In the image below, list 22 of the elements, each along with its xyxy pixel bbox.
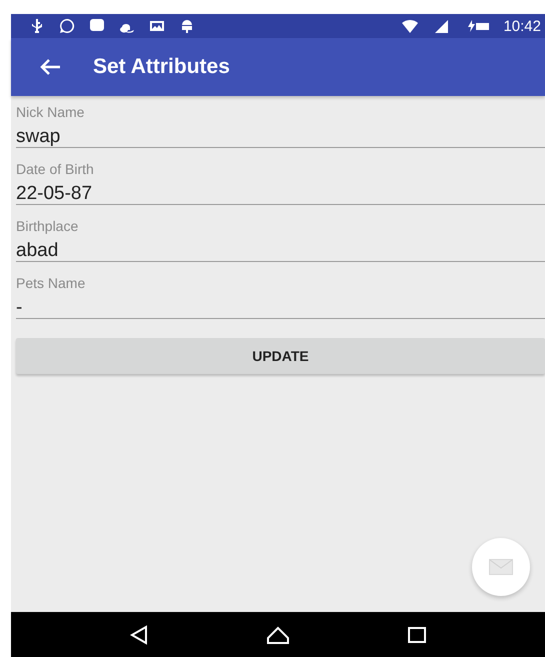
input-field[interactable]: abad <box>16 241 545 262</box>
field-label: Pets Name <box>16 275 86 291</box>
input-field[interactable]: swap <box>16 127 545 148</box>
input-field[interactable]: 22-05-87 <box>16 184 545 205</box>
back-arrow-icon[interactable] <box>39 58 61 76</box>
update-button[interactable]: UPDATE <box>16 338 545 374</box>
field-label: Date of Birth <box>16 161 94 177</box>
usb-icon <box>29 18 45 34</box>
image-icon <box>149 18 165 34</box>
field-label: Birthplace <box>16 218 78 234</box>
recents-icon[interactable] <box>406 626 427 644</box>
android-icon <box>179 18 195 34</box>
screen-title: Set Attributes <box>93 55 230 79</box>
status-time: 10:42 <box>503 18 541 34</box>
signal-icon <box>433 18 450 34</box>
envelope-icon <box>489 559 513 575</box>
home-icon[interactable] <box>266 626 290 644</box>
wifi-icon <box>401 18 420 34</box>
back-icon[interactable] <box>129 624 150 644</box>
chat-icon <box>59 18 75 34</box>
field-label: Nick Name <box>16 104 84 120</box>
input-field[interactable]: - <box>16 298 545 319</box>
